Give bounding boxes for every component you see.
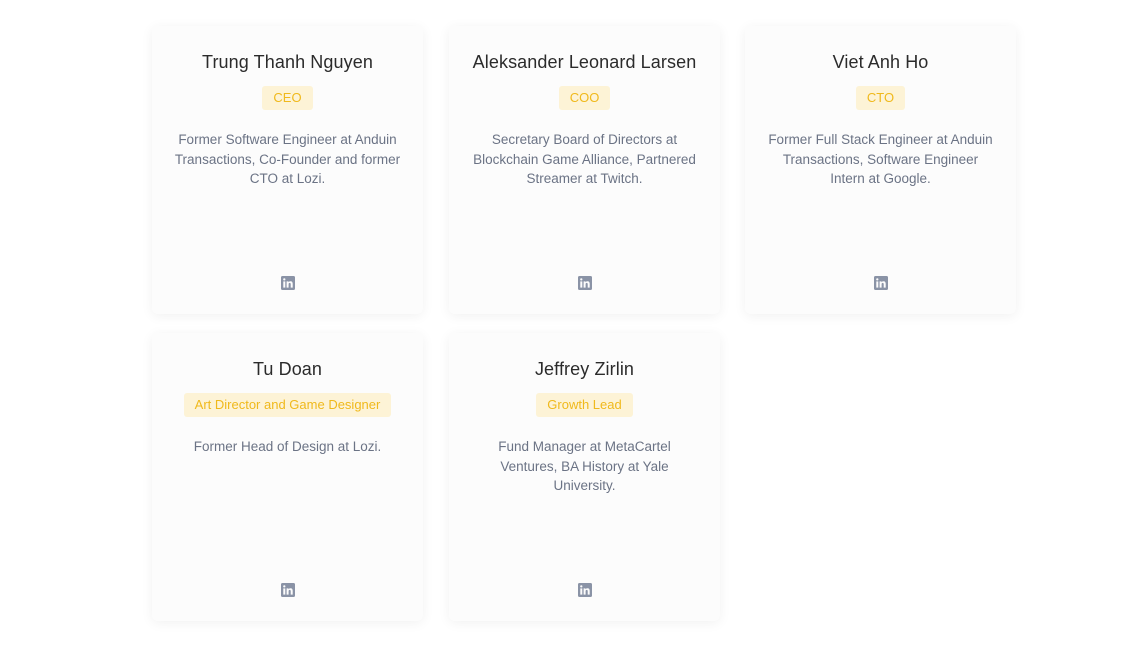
linkedin-icon[interactable] xyxy=(280,583,295,597)
member-name: Jeffrey Zirlin xyxy=(534,359,635,379)
member-bio: Fund Manager at MetaCartel Ventures, BA … xyxy=(498,439,671,493)
team-card: Trung Thanh Nguyen CEO Former Software E… xyxy=(152,26,423,314)
role-badge: Art Director and Game Designer xyxy=(183,393,392,417)
role-badge: CEO xyxy=(262,86,313,110)
team-card: Aleksander Leonard Larsen COO Secretary … xyxy=(449,26,720,314)
member-name: Trung Thanh Nguyen xyxy=(202,52,373,72)
member-name: Tu Doan xyxy=(252,359,323,379)
team-card: Tu Doan Art Director and Game Designer F… xyxy=(152,333,423,621)
linkedin-icon[interactable] xyxy=(873,276,888,290)
team-grid: Trung Thanh Nguyen CEO Former Software E… xyxy=(0,0,1140,651)
member-name: Viet Anh Ho xyxy=(832,52,929,72)
linkedin-icon[interactable] xyxy=(577,276,592,290)
member-name: Aleksander Leonard Larsen xyxy=(472,52,697,72)
linkedin-icon[interactable] xyxy=(280,276,295,290)
team-card: Viet Anh Ho CTO Former Full Stack Engine… xyxy=(745,26,1016,314)
role-badge: CTO xyxy=(855,86,906,110)
role-badge: Growth Lead xyxy=(536,393,633,417)
member-bio: Secretary Board of Directors at Blockcha… xyxy=(473,132,696,186)
team-card: Jeffrey Zirlin Growth Lead Fund Manager … xyxy=(449,333,720,621)
member-bio: Former Full Stack Engineer at Anduin Tra… xyxy=(768,132,993,186)
linkedin-icon[interactable] xyxy=(577,583,592,597)
member-bio: Former Software Engineer at Anduin Trans… xyxy=(174,132,401,186)
role-badge: COO xyxy=(558,86,611,110)
member-bio: Former Head of Design at Lozi. xyxy=(193,439,382,454)
